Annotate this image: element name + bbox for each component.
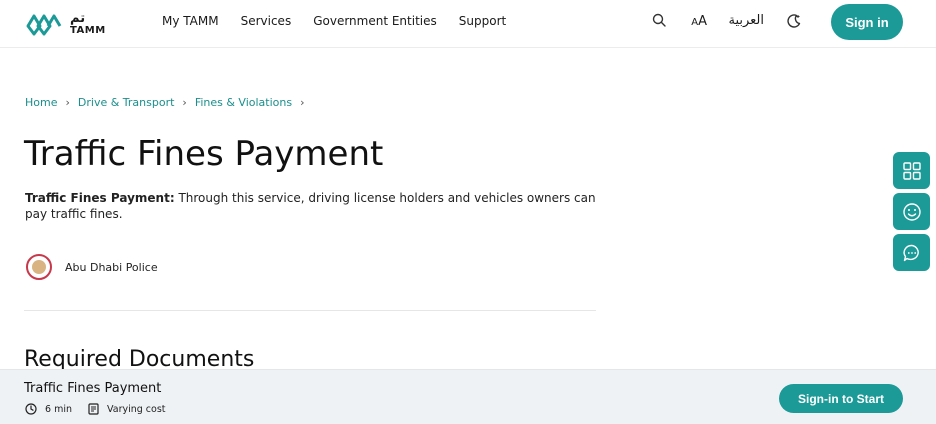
breadcrumb-fines-violations[interactable]: Fines & Violations — [195, 96, 292, 109]
duration-text: 6 min — [45, 403, 72, 415]
font-size-button[interactable]: AA — [691, 14, 707, 29]
main-nav: My TAMM Services Government Entities Sup… — [162, 0, 506, 42]
apps-grid-button[interactable] — [893, 152, 930, 189]
government-entity[interactable]: Abu Dhabi Police — [26, 254, 158, 280]
logo-text: تم TAMM — [70, 12, 106, 36]
nav-services[interactable]: Services — [241, 14, 292, 28]
cost-text: Varying cost — [106, 403, 166, 415]
breadcrumb: Home › Drive & Transport › Fines & Viola… — [25, 96, 305, 109]
service-description: Traffic Fines Payment: Through this serv… — [25, 190, 605, 222]
sign-in-to-start-button[interactable]: Sign-in to Start — [779, 384, 903, 413]
top-header: تم TAMM My TAMM Services Government Enti… — [0, 0, 936, 48]
chat-bubble-icon — [902, 244, 919, 261]
tamm-logo-icon — [26, 14, 62, 36]
description-label: Traffic Fines Payment: — [25, 191, 175, 205]
sign-in-button[interactable]: Sign in — [831, 4, 903, 40]
police-emblem-icon — [32, 260, 46, 274]
tamm-logo[interactable]: تم TAMM — [24, 8, 114, 40]
logo-arabic-text: تم — [70, 11, 86, 26]
chevron-right-icon: › — [182, 96, 187, 109]
language-toggle[interactable]: العربية — [728, 13, 764, 28]
grid-icon — [902, 161, 921, 180]
chat-button[interactable] — [893, 234, 930, 271]
bottom-action-bar: Traffic Fines Payment 6 min Varying cost… — [0, 369, 936, 424]
page-title: Traffic Fines Payment — [24, 134, 384, 174]
nav-my-tamm[interactable]: My TAMM — [162, 14, 219, 28]
breadcrumb-home[interactable]: Home — [25, 96, 57, 109]
nav-government-entities[interactable]: Government Entities — [313, 14, 437, 28]
cost-info: Varying cost — [88, 403, 166, 415]
duration-info: 6 min — [25, 403, 72, 415]
feedback-button[interactable] — [893, 193, 930, 230]
moon-icon[interactable] — [786, 13, 802, 29]
entity-name: Abu Dhabi Police — [65, 260, 158, 274]
bottom-bar-title: Traffic Fines Payment — [24, 381, 162, 396]
smiley-icon — [902, 202, 921, 221]
font-size-large-a: A — [698, 14, 707, 29]
service-meta: 6 min Varying cost — [25, 403, 182, 415]
clock-icon — [25, 403, 37, 415]
nav-support[interactable]: Support — [459, 14, 506, 28]
breadcrumb-drive-transport[interactable]: Drive & Transport — [78, 96, 175, 109]
chevron-right-icon: › — [65, 96, 70, 109]
chevron-right-icon: › — [300, 96, 305, 109]
search-icon[interactable] — [652, 13, 666, 27]
divider — [24, 310, 596, 311]
abu-dhabi-police-logo — [26, 254, 52, 280]
logo-english-text: TAMM — [70, 25, 106, 36]
receipt-icon — [88, 403, 99, 415]
